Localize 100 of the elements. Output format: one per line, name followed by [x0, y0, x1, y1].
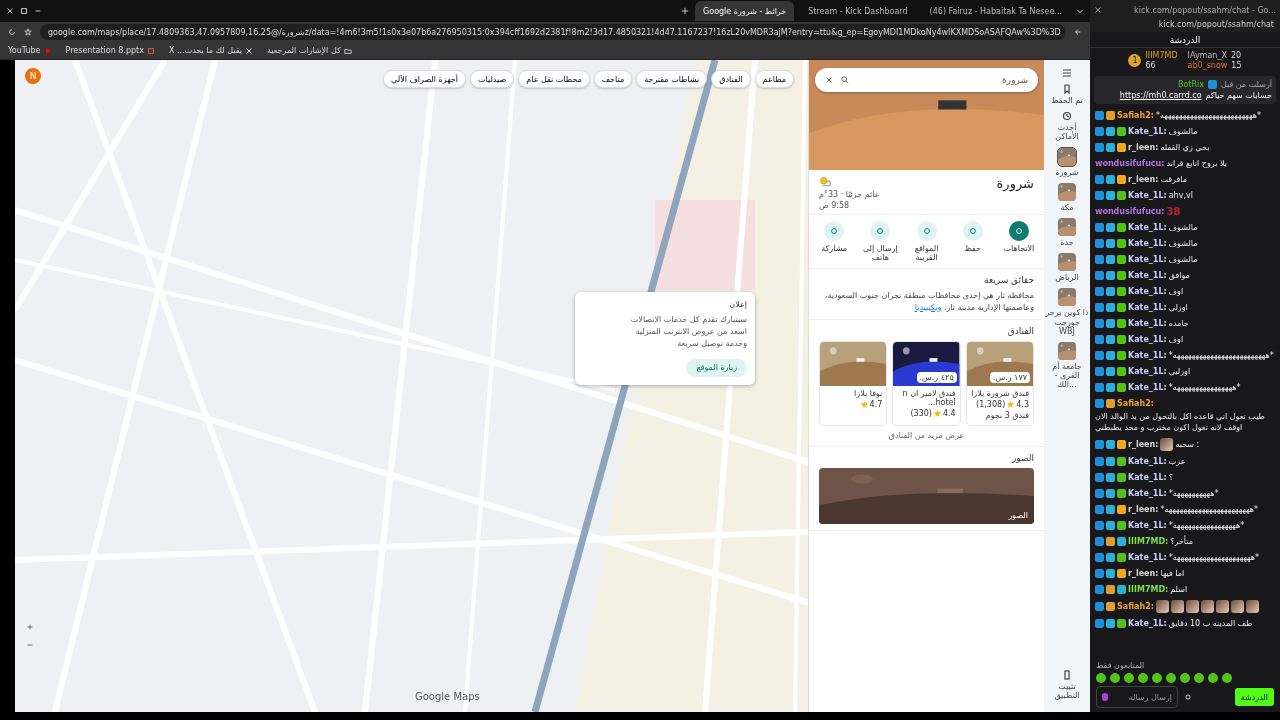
wikipedia-link[interactable]: ويكيبيديا — [914, 302, 942, 312]
back-arrow-icon — [1074, 28, 1082, 36]
username[interactable]: r_leen: — [1128, 439, 1159, 450]
subscriber-badge — [1117, 191, 1126, 200]
rail-item[interactable]: جامعة أم القرى - الك... — [1045, 341, 1089, 390]
username[interactable]: Kate_1L: — [1128, 334, 1167, 345]
username[interactable]: Kate_1L: — [1128, 520, 1167, 531]
restore-icon — [20, 7, 28, 15]
username[interactable]: Safiah2: — [1117, 398, 1154, 409]
action-button[interactable]: مشاركة — [812, 221, 857, 262]
username[interactable]: Kate_1L: — [1128, 472, 1167, 483]
rail-item[interactable]: أحدث الأماكن — [1045, 111, 1089, 142]
message-text: عزب — [1168, 456, 1186, 467]
price-tag: ١٧٧ ر.س. — [989, 372, 1030, 384]
message-text: طيب تعول اني قاعده اكل بالتحول من يد الوالد الان اوقف لانه تعول اكون مخترب و محد يطبطني — [1095, 411, 1266, 433]
bookmark-link[interactable]: كل الإشارات المرجعية — [267, 46, 341, 55]
username[interactable]: Kate_1L: — [1128, 366, 1167, 377]
search-field[interactable]: شرورة — [815, 68, 1038, 92]
local-time: 9:58 ص — [819, 201, 850, 210]
username[interactable]: Kate_1L: — [1128, 222, 1167, 233]
username[interactable]: Kate_1L: — [1128, 552, 1167, 563]
tier-badge — [1117, 569, 1126, 578]
photo-caption: الصور — [1008, 511, 1028, 521]
message-text: اوف — [1168, 334, 1184, 345]
browser-tab[interactable]: Google خرائط - شرورة — [695, 1, 795, 21]
browser-tab[interactable]: Stream - Kick Dashboard — [800, 1, 916, 21]
username[interactable]: Kate_1L: — [1128, 302, 1167, 313]
rail-item[interactable]: الرياض — [1045, 253, 1089, 283]
action-button[interactable]: الاتجاهات — [996, 221, 1041, 262]
gift-count: 20 — [1230, 51, 1242, 60]
rail-item[interactable]: تم الحفظ — [1045, 84, 1089, 106]
message-text: طف المدينه ب 10 دقايق — [1168, 618, 1253, 629]
star-icon — [860, 401, 868, 409]
username[interactable]: IIIM7MD: — [1128, 536, 1169, 547]
message-text: ahv,vl — [1168, 190, 1193, 201]
browser-tab[interactable]: (46) Fairuz - Habaitak Ta Nesee... — [921, 1, 1070, 21]
username[interactable]: Kate_1L: — [1128, 238, 1167, 249]
crown-badge — [1106, 537, 1115, 546]
action-icon — [830, 227, 839, 235]
bookmark-link[interactable]: Presentation 8.pptx — [65, 46, 144, 55]
username[interactable]: IIIM7MD: — [1128, 584, 1169, 595]
hotel-name: نوفا بلازا — [853, 389, 883, 399]
hotel-name: فندق لامير ان n hotel... — [901, 389, 956, 408]
rail-item[interactable]: مكة — [1045, 182, 1089, 212]
rank-badge: 1 — [1128, 54, 1142, 67]
username[interactable]: Kate_1L: — [1128, 270, 1167, 281]
username[interactable]: wondusifufucu: — [1095, 158, 1165, 169]
username[interactable]: wondusifufucu: — [1095, 206, 1165, 217]
leader-name: ab0_snow — [1187, 61, 1228, 70]
username[interactable]: r_leen: — [1128, 568, 1159, 579]
username[interactable]: r_leen: — [1128, 142, 1159, 153]
message-text: اوزلبي — [1168, 366, 1191, 377]
action-button[interactable]: حفظ — [950, 221, 995, 262]
username[interactable]: Kate_1L: — [1128, 126, 1167, 137]
username[interactable]: Kate_1L: — [1128, 382, 1167, 393]
username[interactable]: Kate_1L: — [1128, 618, 1167, 629]
install-app-button[interactable]: تثبيت التطبيق — [1045, 669, 1089, 700]
message-field[interactable]: إرسال رسالة — [1096, 686, 1178, 708]
tier-badge — [1117, 143, 1126, 152]
username[interactable]: Safiah2: — [1117, 601, 1154, 612]
squares-icon — [147, 46, 155, 55]
message-text: اسلم — [1170, 584, 1188, 595]
bookmark-link[interactable]: يقبل لك ما يحدث... X — [169, 46, 243, 55]
chevron-down-icon — [1076, 7, 1084, 15]
action-button[interactable]: المواقع القريبة — [904, 221, 949, 262]
action-button[interactable]: إرسال إلى هاتف — [858, 221, 903, 262]
action-icon — [876, 227, 885, 235]
close-icon — [825, 76, 833, 84]
rail-item[interactable]: جدة — [1045, 217, 1089, 248]
message-text: *هههههههههههههههههه* — [1168, 520, 1245, 531]
address-bar[interactable]: google.com/maps/place/شرورة/@17.4809363,47.0957809,16.25z/data=!4m6!3m5!1s0x3e07b6a276950315:0x394cff1692d2381f!8m2!3d17.4850321!4d47.1167237!16zL20vMDR3ajM?entry=ttu&g_ep=EgoyMDI1MDkoNy4wIKXMDSoASAFQAw%3D%3D — [40, 24, 1066, 40]
rail-item[interactable]: شرورة — [1045, 147, 1089, 177]
emote-icon — [1185, 600, 1199, 613]
username[interactable]: Kate_1L: — [1128, 318, 1167, 329]
username[interactable]: Safiah2: — [1117, 110, 1154, 121]
username[interactable]: r_leen: — [1128, 504, 1159, 515]
rail-item[interactable]: ذا كوين برجر جورجت WBJ — [1045, 288, 1089, 336]
rating: 4.3 — [1016, 400, 1029, 410]
username[interactable]: Kate_1L: — [1128, 350, 1167, 361]
bookmark-link[interactable]: YouTube — [8, 46, 41, 55]
username[interactable]: r_leen: — [1128, 174, 1159, 185]
username[interactable]: Kate_1L: — [1128, 488, 1167, 499]
emote-icon — [1160, 438, 1174, 451]
phone-icon — [1062, 669, 1072, 680]
vip-badge — [1106, 619, 1115, 628]
subscriber-badge — [1117, 127, 1126, 136]
more-hotels-link[interactable]: عرض مزيد من الفنادق — [819, 431, 1034, 441]
emote-icon — [1170, 600, 1184, 613]
moderator-badge — [1207, 80, 1217, 89]
username[interactable]: Kate_1L: — [1128, 190, 1167, 201]
username[interactable]: Kate_1L: — [1128, 286, 1167, 297]
section-heading: الصور — [1010, 453, 1034, 464]
chat-button[interactable]: الدردشة — [1234, 688, 1274, 706]
username[interactable]: Kate_1L: — [1128, 456, 1167, 467]
action-icon — [922, 227, 931, 235]
followers-only-label: المتابعون فقط — [1096, 661, 1146, 670]
username[interactable]: Kate_1L: — [1128, 254, 1167, 265]
window-title: kick.com/popout/ssahm/chat - Go... — [1134, 5, 1276, 15]
plus-icon — [681, 7, 690, 15]
pinned-link[interactable]: https://mh0.carrd.co — [1119, 91, 1202, 100]
